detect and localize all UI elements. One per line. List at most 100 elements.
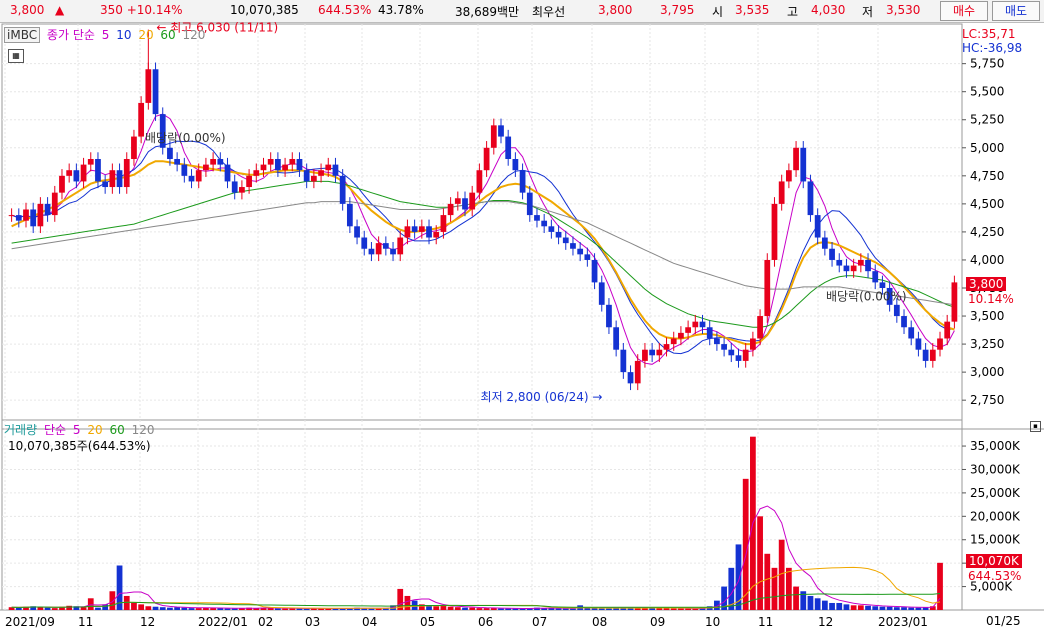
volume-bar	[123, 595, 130, 610]
candle-body	[116, 170, 123, 188]
candle-body	[670, 338, 677, 345]
volume-bar	[836, 602, 843, 610]
candle-body	[807, 181, 814, 216]
candle-body	[548, 226, 555, 232]
price-tick-label: 5,750	[970, 57, 1004, 71]
date-tick-label: 07	[532, 615, 547, 629]
volume-bar	[138, 604, 145, 610]
candle-body	[678, 332, 684, 339]
candle-body	[382, 243, 389, 249]
volume-bar	[476, 608, 483, 610]
date-tick-label: 09	[650, 615, 665, 629]
candle-body	[613, 327, 620, 350]
date-tick-label: 05	[420, 615, 435, 629]
candle-body	[325, 164, 332, 171]
candle-body	[469, 192, 476, 210]
stock-chart[interactable]: 2,7503,0003,2503,5003,7504,0004,2504,500…	[0, 22, 1044, 632]
candle-body	[836, 259, 843, 266]
calculator-icon[interactable]: ▦	[8, 49, 24, 63]
candle-body	[282, 164, 288, 171]
legend-ma120: 120	[182, 28, 206, 42]
candle-body	[476, 170, 483, 193]
ma10-line	[11, 140, 955, 355]
candle-body	[483, 147, 490, 171]
candle-body	[260, 164, 267, 171]
price-tick-label: 4,250	[970, 225, 1004, 239]
sell-button[interactable]: 매도	[992, 1, 1040, 21]
price-change: 350 +10.14%	[100, 3, 183, 17]
price-tick-label: 5,500	[970, 85, 1004, 99]
volume-bar	[195, 608, 202, 610]
candle-body	[656, 349, 663, 356]
candle-body	[800, 147, 807, 182]
candle-body	[929, 349, 936, 361]
legend-ma5: 5	[101, 28, 110, 42]
candle-body	[239, 187, 245, 193]
candle-body	[87, 159, 94, 165]
volume-bar	[188, 608, 195, 610]
candle-body	[505, 136, 512, 159]
candle-body	[793, 147, 799, 171]
date-tick-label: 11	[758, 615, 773, 629]
symbol-tab[interactable]: iMBC	[4, 27, 41, 43]
price-tick-label: 5,250	[970, 113, 1004, 127]
volume-bar	[44, 607, 51, 610]
candle-body	[195, 170, 202, 182]
candle-body	[843, 265, 850, 272]
current-volume-tag: 10,070K	[966, 554, 1022, 568]
volume-bar	[807, 595, 814, 610]
volume-bar	[404, 595, 411, 610]
candle-body	[174, 159, 181, 165]
buy-button[interactable]: 매수	[940, 1, 988, 21]
candle-body	[404, 226, 411, 238]
volume-bar	[886, 606, 893, 610]
candle-body	[512, 159, 519, 171]
ask-price: 3,800	[598, 3, 633, 17]
date-tick-label: 10	[705, 615, 720, 629]
candle-body	[433, 231, 440, 238]
candle-body	[318, 170, 324, 176]
volume-bar	[598, 608, 605, 610]
panel-minimize-icon[interactable]: ▪	[1030, 421, 1041, 432]
volume-ratio: 644.53%	[318, 3, 372, 17]
open-price: 3,535	[735, 3, 770, 17]
candle-body	[620, 349, 627, 373]
candle-body	[203, 164, 209, 171]
volume-bar	[901, 607, 907, 610]
volume-bar	[433, 606, 440, 610]
volume-pct-tag: 644.53%	[968, 569, 1022, 583]
volume-bar	[152, 606, 159, 610]
candle-body	[440, 215, 447, 232]
volume-bar	[908, 607, 915, 610]
candle-body	[893, 304, 900, 317]
volume-tick-label: 35,000K	[970, 439, 1021, 453]
candle-body	[210, 159, 216, 165]
volume-info: 10,070,385주(644.53%)	[8, 439, 151, 453]
candle-body	[584, 254, 591, 260]
low-label: 저	[862, 5, 874, 19]
price-tick-label: 4,000	[970, 253, 1004, 267]
date-tick-label: 12	[140, 615, 155, 629]
volume-bar	[562, 608, 569, 610]
candle-body	[757, 316, 763, 339]
candle-body	[418, 226, 425, 232]
volume-bar	[821, 600, 828, 610]
volume-legend-prefix: 거래량	[4, 423, 38, 437]
candle-body	[275, 159, 281, 171]
candle-body	[80, 164, 87, 182]
open-label: 시	[712, 5, 724, 19]
volume-bar	[131, 602, 137, 610]
candle-body	[490, 125, 497, 148]
volume-bar	[498, 608, 504, 610]
trade-amount: 38,689백만	[455, 5, 520, 19]
volume-legend-ma20: 20	[87, 423, 103, 437]
date-end-label: 01/25	[986, 614, 1021, 628]
volume-legend: 거래량 단순 5 20 60 120	[4, 421, 157, 438]
candle-body	[915, 338, 922, 350]
candle-body	[821, 237, 828, 249]
date-tick-label: 2021/09	[5, 615, 55, 629]
candle-body	[102, 181, 109, 188]
price-tick-label: 3,250	[970, 337, 1004, 351]
volume-bar	[87, 598, 94, 610]
candle-body	[289, 159, 296, 165]
